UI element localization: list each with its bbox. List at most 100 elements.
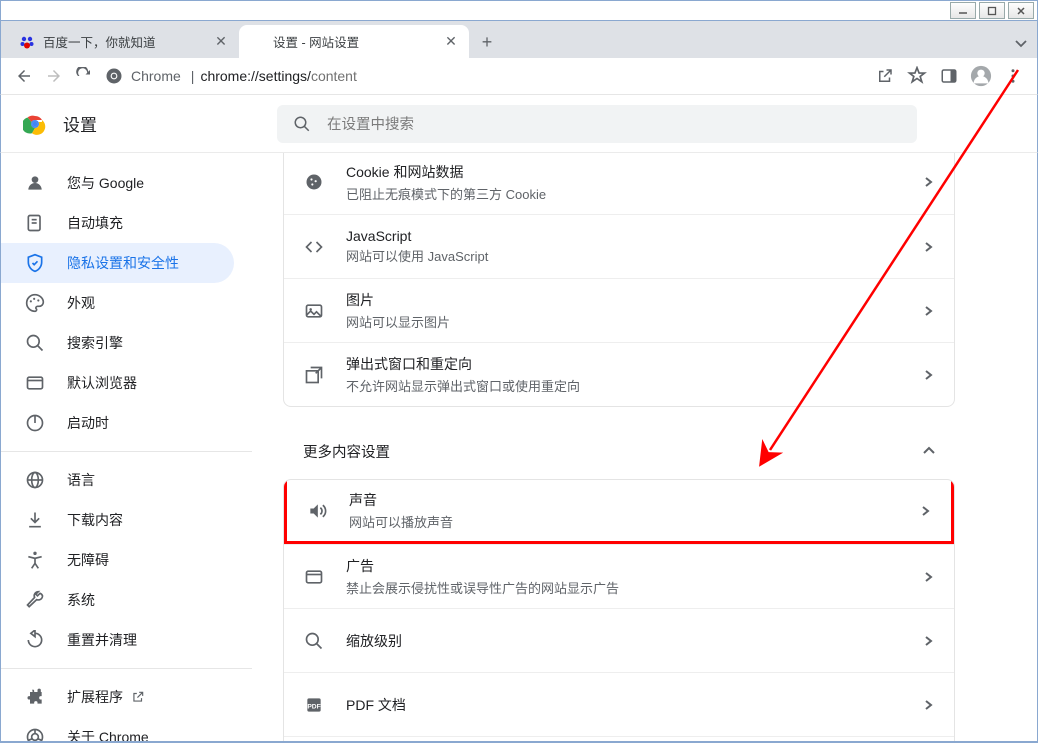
setting-row-protected[interactable]: 受保护内容 ID (284, 736, 954, 741)
bookmark-icon[interactable] (901, 60, 933, 92)
more-content-card: 声音网站可以播放声音广告禁止会展示侵扰性或误导性广告的网站显示广告缩放级别PDF… (283, 479, 955, 741)
window-close[interactable] (1008, 2, 1034, 19)
zoom-icon (304, 631, 324, 651)
tabs-dropdown-icon[interactable] (1015, 38, 1027, 50)
sidebar-item-globe[interactable]: 语言 (1, 460, 234, 500)
setting-row-sound[interactable]: 声音网站可以播放声音 (284, 480, 954, 544)
setting-row-image[interactable]: 图片网站可以显示图片 (284, 278, 954, 342)
settings-search[interactable]: 在设置中搜索 (277, 105, 917, 143)
menu-icon[interactable] (997, 60, 1029, 92)
reset-icon (25, 630, 45, 650)
baidu-favicon (19, 34, 35, 50)
setting-row-code[interactable]: JavaScript 网站可以使用 JavaScript (284, 214, 954, 278)
content-settings-card: Cookie 和网站数据已阻止无痕模式下的第三方 CookieJavaScrip… (283, 153, 955, 407)
external-icon (131, 690, 145, 704)
chevron-right-icon (924, 370, 934, 380)
sidebar-item-label: 搜索引擎 (67, 333, 123, 353)
row-subtitle: 网站可以显示图片 (346, 312, 924, 331)
divider (1, 668, 252, 669)
chrome-icon (105, 67, 123, 85)
sidebar-item-power[interactable]: 启动时 (1, 403, 234, 443)
sidebar-item-search[interactable]: 搜索引擎 (1, 323, 234, 363)
svg-text:PDF: PDF (307, 703, 320, 710)
address-bar[interactable]: Chrome | chrome://settings/content (105, 61, 863, 91)
setting-row-zoom[interactable]: 缩放级别 (284, 608, 954, 672)
setting-row-ad[interactable]: 广告禁止会展示侵扰性或误导性广告的网站显示广告 (284, 544, 954, 608)
section-title: 更多内容设置 (303, 441, 390, 462)
sidebar-item-label: 无障碍 (67, 550, 109, 570)
more-content-settings-header[interactable]: 更多内容设置 (283, 423, 955, 479)
sidebar-item-shield[interactable]: 隐私设置和安全性 (1, 243, 234, 283)
chevron-right-icon (924, 242, 934, 252)
setting-row-cookie[interactable]: Cookie 和网站数据已阻止无痕模式下的第三方 Cookie (284, 153, 954, 214)
setting-row-popup[interactable]: 弹出式窗口和重定向不允许网站显示弹出式窗口或使用重定向 (284, 342, 954, 406)
window-titlebar (0, 0, 1038, 21)
person-icon (25, 173, 45, 193)
chevron-right-icon (924, 306, 934, 316)
sidebar-item-palette[interactable]: 外观 (1, 283, 234, 323)
row-subtitle: 网站可以播放声音 (349, 512, 921, 531)
url-path: content (311, 68, 357, 84)
sidebar-item-label: 外观 (67, 293, 95, 313)
close-icon[interactable]: ✕ (213, 34, 229, 50)
sidebar-item-wrench[interactable]: 系统 (1, 580, 234, 620)
browser-icon (25, 373, 45, 393)
row-title: Cookie 和网站数据 (346, 162, 924, 182)
tab-title: 百度一下，你就知道 (43, 32, 213, 51)
sidebar-item-label: 您与 Google (67, 173, 144, 193)
tab-strip: 百度一下，你就知道 ✕ 设置 - 网站设置 ✕ + (0, 21, 1038, 58)
forward-button[interactable] (39, 61, 69, 91)
row-title: PDF 文档 (346, 695, 924, 715)
globe-icon (25, 470, 45, 490)
sidebar-item-chrome[interactable]: 关于 Chrome (1, 717, 234, 741)
setting-row-pdf[interactable]: PDF PDF 文档 (284, 672, 954, 736)
search-placeholder: 在设置中搜索 (327, 113, 414, 134)
sidebar-item-label: 下载内容 (67, 510, 123, 530)
sidebar-item-label: 启动时 (67, 413, 109, 433)
chevron-right-icon (924, 636, 934, 646)
sidebar-item-label: 语言 (67, 470, 95, 490)
power-icon (25, 413, 45, 433)
url-scheme: chrome://settings/ (200, 68, 311, 84)
row-title: 广告 (346, 556, 924, 576)
shield-icon (25, 253, 45, 273)
new-tab-button[interactable]: + (473, 28, 501, 56)
row-title: JavaScript (346, 228, 924, 244)
share-icon[interactable] (869, 60, 901, 92)
sidebar-item-extension[interactable]: 扩展程序 (1, 677, 234, 717)
sidebar-item-label: 重置并清理 (67, 630, 137, 650)
row-subtitle: 已阻止无痕模式下的第三方 Cookie (346, 184, 924, 203)
autofill-icon (25, 213, 45, 233)
window-minimize[interactable] (950, 2, 976, 19)
sidepanel-icon[interactable] (933, 60, 965, 92)
sidebar-item-accessibility[interactable]: 无障碍 (1, 540, 234, 580)
back-button[interactable] (9, 61, 39, 91)
sidebar-item-download[interactable]: 下载内容 (1, 500, 234, 540)
chevron-right-icon (924, 700, 934, 710)
row-title: 图片 (346, 290, 924, 310)
extension-icon (25, 687, 45, 707)
sidebar-item-label: 系统 (67, 590, 95, 610)
wrench-icon (25, 590, 45, 610)
chevron-right-icon (924, 177, 934, 187)
profile-icon[interactable] (965, 60, 997, 92)
tab-settings[interactable]: 设置 - 网站设置 ✕ (239, 25, 469, 58)
palette-icon (25, 293, 45, 313)
sidebar-item-reset[interactable]: 重置并清理 (1, 620, 234, 660)
reload-button[interactable] (69, 61, 99, 91)
row-subtitle: 禁止会展示侵扰性或误导性广告的网站显示广告 (346, 578, 924, 597)
image-icon (304, 301, 324, 321)
browser-toolbar: Chrome | chrome://settings/content (0, 58, 1038, 95)
window-maximize[interactable] (979, 2, 1005, 19)
settings-sidebar: 您与 Google 自动填充隐私设置和安全性外观搜索引擎默认浏览器启动时 语言下载… (1, 153, 253, 741)
row-subtitle: 网站可以使用 JavaScript (346, 246, 924, 265)
close-icon[interactable]: ✕ (443, 34, 459, 50)
settings-header: 设置 在设置中搜索 (0, 95, 1038, 153)
tab-baidu[interactable]: 百度一下，你就知道 ✕ (9, 25, 239, 58)
sidebar-item-autofill[interactable]: 自动填充 (1, 203, 234, 243)
ad-icon (304, 567, 324, 587)
chevron-right-icon (921, 506, 931, 516)
sidebar-item-label: 自动填充 (67, 213, 123, 233)
sidebar-item-person[interactable]: 您与 Google (1, 163, 234, 203)
sidebar-item-browser[interactable]: 默认浏览器 (1, 363, 234, 403)
